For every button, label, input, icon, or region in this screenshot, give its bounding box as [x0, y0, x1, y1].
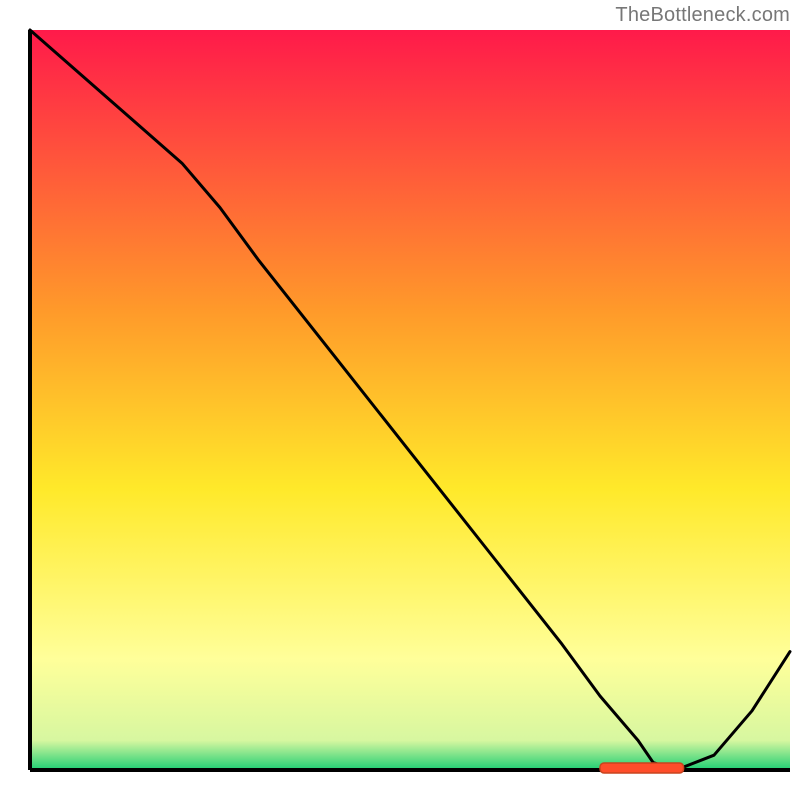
chart-svg	[0, 0, 800, 800]
optimum-marker	[600, 763, 684, 773]
bottleneck-chart	[0, 0, 800, 800]
chart-gradient-bg	[30, 30, 790, 770]
